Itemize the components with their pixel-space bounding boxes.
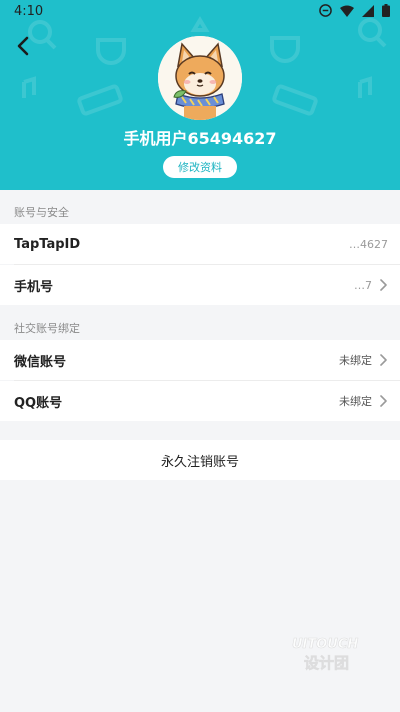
profile-header: 4:10 手机用户65494627 修改资料	[0, 0, 400, 190]
avatar[interactable]	[158, 36, 242, 120]
wechat-account-row[interactable]: 微信账号 未绑定	[0, 340, 400, 380]
arrow-left-icon[interactable]	[12, 34, 36, 58]
chevron-right-icon	[380, 279, 387, 291]
svg-text:设计团: 设计团	[304, 654, 349, 672]
taptap-id-label: TapTapID	[14, 236, 81, 252]
signal-icon	[362, 4, 374, 17]
do-not-disturb-icon	[319, 4, 332, 17]
status-time: 4:10	[14, 4, 44, 19]
qq-binding-status: 未绑定	[339, 395, 372, 408]
wechat-account-label: 微信账号	[14, 354, 67, 370]
battery-icon	[382, 4, 390, 17]
uitouch-watermark-logo: UITOUCH 设计团	[292, 637, 359, 673]
wechat-binding-status: 未绑定	[339, 354, 372, 367]
edit-profile-button[interactable]: 修改资料	[163, 156, 237, 178]
phone-number-label: 手机号	[14, 279, 54, 295]
wifi-icon	[340, 5, 354, 17]
delete-account-button[interactable]: 永久注销账号	[0, 440, 400, 480]
phone-number-value: …7	[354, 278, 372, 292]
status-bar: 4:10	[0, 0, 400, 24]
taptap-id-row[interactable]: TapTapID …4627	[0, 224, 400, 264]
qq-account-row[interactable]: QQ账号 未绑定	[0, 381, 400, 421]
shiba-dog-avatar-image	[158, 36, 242, 120]
chevron-right-icon	[380, 354, 387, 366]
phone-number-row[interactable]: 手机号 …7	[0, 265, 400, 305]
qq-account-label: QQ账号	[14, 395, 63, 411]
profile-username: 手机用户65494627	[123, 129, 277, 148]
account-security-section-title: 账号与安全	[14, 206, 69, 219]
social-binding-section-title: 社交账号绑定	[14, 322, 80, 335]
chevron-right-icon	[380, 395, 387, 407]
taptap-id-value: …4627	[349, 237, 388, 251]
status-icons	[319, 4, 390, 17]
svg-text:UITOUCH: UITOUCH	[292, 637, 358, 652]
